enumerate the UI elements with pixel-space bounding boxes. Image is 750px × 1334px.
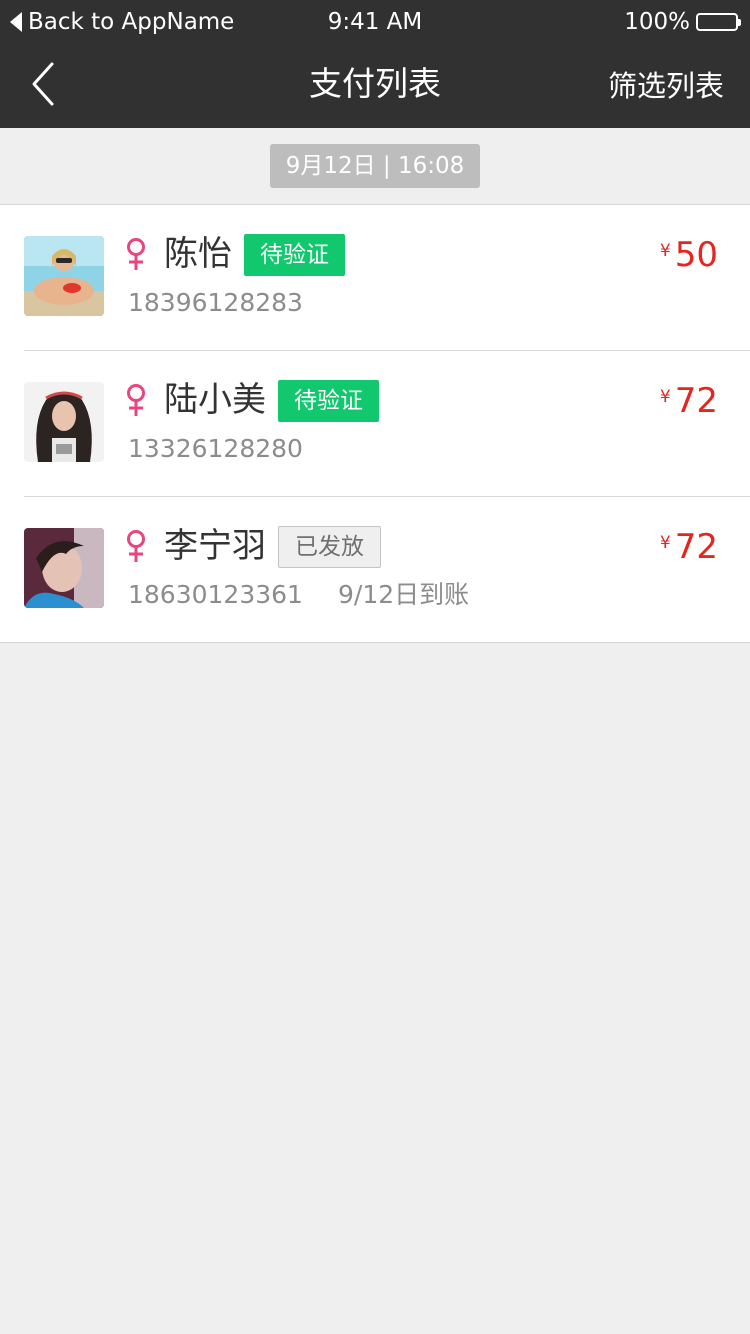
payment-row[interactable]: 李宁羽 已发放 18630123361 9/12日到账 ¥ 72 [24,497,750,642]
battery-percent: 100% [624,9,690,35]
amount-value: 72 [674,381,718,421]
payment-amount: ¥ 72 [660,527,718,567]
date-time-chip: 9月12日 | 16:08 [270,144,480,188]
payee-phone: 18630123361 [128,580,303,609]
amount-value: 50 [674,235,718,275]
amount-value: 72 [674,527,718,567]
female-icon [127,530,145,562]
payee-name: 李宁羽 [164,526,266,566]
status-badge: 待验证 [278,380,379,422]
payment-amount: ¥ 50 [660,235,718,275]
battery-icon [696,13,741,31]
avatar [24,236,104,316]
payment-row[interactable]: 陈怡 待验证 18396128283 ¥ 50 [24,205,750,351]
payment-list: 陈怡 待验证 18396128283 ¥ 50 陆小美 待验证 13326128… [0,205,750,643]
date-section-header: 9月12日 | 16:08 [0,128,750,205]
female-icon [127,238,145,270]
navigation-bar: 支付列表 筛选列表 [0,44,750,128]
arrival-date: 9/12日到账 [338,580,470,609]
payee-phone: 18396128283 [128,288,303,317]
currency-symbol: ¥ [659,387,671,407]
battery-indicator: 100% [624,9,741,35]
payment-amount: ¥ 72 [660,381,718,421]
chevron-left-icon [32,62,54,106]
filter-list-button[interactable]: 筛选列表 [608,66,724,106]
status-bar: Back to AppName 9:41 AM 100% [0,0,750,44]
status-badge: 待验证 [244,234,345,276]
avatar [24,528,104,608]
currency-symbol: ¥ [659,533,671,553]
payment-row[interactable]: 陆小美 待验证 13326128280 ¥ 72 [24,351,750,497]
avatar [24,382,104,462]
female-icon [127,384,145,416]
status-badge: 已发放 [278,526,381,568]
payee-name: 陈怡 [164,234,232,274]
top-bar: Back to AppName 9:41 AM 100% 支付列表 筛选列表 [0,0,750,128]
currency-symbol: ¥ [659,241,671,261]
payee-name: 陆小美 [164,380,266,420]
back-button[interactable] [26,60,66,108]
payee-phone: 13326128280 [128,434,303,463]
